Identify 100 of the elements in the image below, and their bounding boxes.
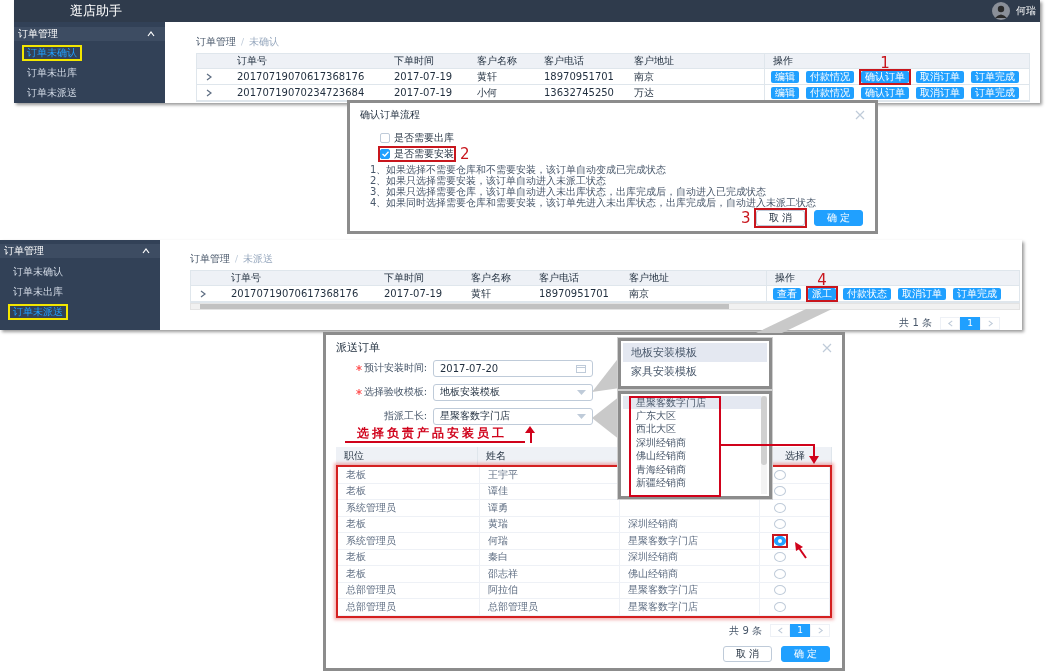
- table-cell: 秦白: [488, 550, 508, 565]
- table-cell: 邵志祥: [488, 566, 518, 581]
- app-title: 逛店助手: [70, 2, 122, 20]
- table-cell: 万达: [634, 85, 654, 100]
- table-cell: 老板: [346, 484, 366, 499]
- radio-button[interactable]: [774, 502, 786, 513]
- table-cell: 黄轩: [477, 69, 497, 84]
- breadcrumb-separator: /: [235, 254, 239, 264]
- cancel-button[interactable]: 取 消: [755, 210, 805, 226]
- instruction-text: 4、如果同时选择需要仓库和需要安装，该订单先进入未出库状态，出库完成后，自动进入未派工状态: [370, 197, 818, 208]
- chevron-left-icon: [946, 319, 954, 327]
- table-cell: 南京: [634, 69, 654, 84]
- sidebar-item[interactable]: 订单未出库: [8, 284, 68, 300]
- close-icon[interactable]: [855, 110, 865, 120]
- table-cell: 20170719070617368176: [231, 288, 359, 299]
- table-cell: 佛山经销商: [628, 566, 678, 581]
- date-field[interactable]: 2017-07-20: [433, 359, 593, 377]
- sidebar-group[interactable]: 订单管理: [0, 244, 160, 258]
- column-header: 姓名: [478, 447, 618, 465]
- cancel-button[interactable]: 取 消: [722, 646, 772, 662]
- table-cell: 星聚客数字门店: [628, 583, 698, 598]
- table-cell: 星聚客数字门店: [628, 599, 698, 614]
- select-field[interactable]: 星聚客数字门店: [433, 407, 593, 425]
- radio-button[interactable]: [774, 469, 786, 480]
- calendar-icon: [576, 363, 586, 373]
- dialog-title: 派送订单: [336, 340, 380, 355]
- table-cell: 深圳经销商: [628, 550, 678, 565]
- breadcrumb-item[interactable]: 订单管理: [196, 35, 236, 49]
- table-cell: 总部管理员: [346, 583, 396, 598]
- column-header: 客户名称: [463, 271, 531, 286]
- radio-button[interactable]: [774, 552, 786, 563]
- checkbox[interactable]: [380, 149, 390, 159]
- column-header: 订单号: [229, 54, 386, 69]
- radio-button[interactable]: [774, 519, 786, 530]
- instruction-text: 1、如果选择不需要仓库和不需要安装，该订单自动变成已完成状态: [370, 164, 668, 175]
- field-label: 预计安装时间:: [363, 361, 427, 375]
- expand-icon: [199, 289, 207, 298]
- sidebar-item[interactable]: 订单未确认: [8, 264, 68, 280]
- table-cell: 18970951701: [544, 71, 614, 82]
- breadcrumb-item: 未派送: [243, 252, 274, 266]
- table-cell: 阿拉伯: [488, 583, 518, 598]
- field-label: 指派工长:: [383, 409, 427, 423]
- table-cell: 2017-07-19: [394, 71, 453, 82]
- radio-button[interactable]: [774, 568, 786, 579]
- step-number: 1: [880, 55, 890, 71]
- column-header: 客户电话: [536, 54, 626, 69]
- table-cell: 谭佳: [488, 484, 508, 499]
- table-cell: 20170719070234723684: [237, 87, 365, 98]
- table-cell: 老板: [346, 550, 366, 565]
- column-header: 客户电话: [531, 271, 621, 286]
- table-cell: 深圳经销商: [628, 517, 678, 532]
- table-cell: 13632745250: [544, 87, 614, 98]
- select-field[interactable]: 地板安装模板: [433, 383, 593, 401]
- chevron-right-icon: [986, 319, 994, 327]
- sidebar-item[interactable]: 订单未确认: [22, 45, 82, 61]
- sidebar-group[interactable]: 订单管理: [14, 27, 165, 41]
- annotation-text: 选择负责产品安装员工: [345, 426, 525, 443]
- previous-page-button[interactable]: [940, 316, 960, 330]
- table-cell: 2017-07-19: [384, 288, 443, 299]
- next-page-button[interactable]: [810, 624, 830, 637]
- sidebar-item[interactable]: 订单未派送: [8, 304, 68, 320]
- sidebar-item[interactable]: 订单未派送: [22, 85, 82, 101]
- caret-down-icon: [577, 413, 586, 419]
- field-label: 选择验收模板:: [363, 385, 427, 399]
- table-cell: 小何: [477, 85, 497, 100]
- sidebar-item[interactable]: 订单未出库: [22, 65, 82, 81]
- table-cell: 老板: [346, 467, 366, 482]
- radio-button[interactable]: [774, 601, 786, 612]
- checkbox[interactable]: [380, 133, 390, 143]
- chevron-right-icon: [816, 627, 824, 634]
- previous-page-button[interactable]: [770, 624, 790, 637]
- column-header: 客户名称: [469, 54, 536, 69]
- annotation-arrow: [525, 426, 535, 444]
- annotation-arrow: [795, 542, 807, 559]
- table-cell: 星聚客数字门店: [628, 533, 698, 548]
- close-icon[interactable]: [822, 342, 832, 353]
- instruction-text: 2、如果只选择需要安装，该订单自动进入未派工状态: [370, 175, 608, 186]
- next-page-button[interactable]: [980, 316, 1000, 330]
- dropdown-option[interactable]: 地板安装模板: [623, 343, 767, 362]
- table-cell: 18970951701: [539, 288, 609, 299]
- table-cell: 系统管理员: [346, 500, 396, 515]
- horizontal-scrollbar[interactable]: [190, 303, 1020, 310]
- table-cell: 谭勇: [488, 500, 508, 515]
- breadcrumb-item[interactable]: 订单管理: [190, 252, 230, 266]
- table-cell: 王宇平: [488, 467, 518, 482]
- radio-button[interactable]: [774, 486, 786, 497]
- total-count: 共 9 条: [729, 623, 762, 638]
- user-name: 何瑞: [1016, 4, 1036, 18]
- step-number: 2: [460, 146, 470, 162]
- instruction-text: 3、如果只选择需要仓库，该订单自动进入未出库状态，出库完成后，自动进入已完成状态: [370, 186, 768, 197]
- chevron-left-icon: [776, 627, 784, 634]
- column-header: 客户地址: [621, 271, 766, 286]
- column-header: 下单时间: [376, 271, 463, 286]
- table-cell: 总部管理员: [346, 599, 396, 614]
- breadcrumb-separator: /: [241, 37, 245, 47]
- step-number: 4: [817, 272, 827, 288]
- avatar-icon: [992, 2, 1010, 20]
- radio-button[interactable]: [774, 585, 786, 596]
- checkbox-label: 是否需要安装: [394, 147, 454, 161]
- step-number: 3: [741, 210, 751, 226]
